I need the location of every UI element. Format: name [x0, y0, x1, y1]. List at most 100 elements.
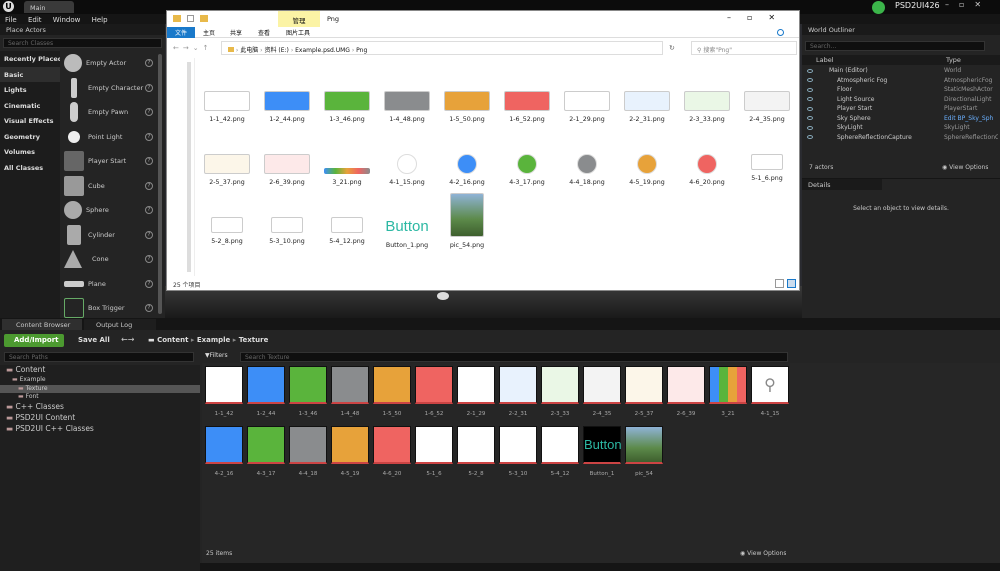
visibility-eye-icon[interactable] [807, 78, 813, 83]
category-cinematic[interactable]: Cinematic [0, 98, 60, 114]
outliner-row[interactable]: Atmospheric Fog AtmosphericFog [802, 76, 1000, 86]
menu-file[interactable]: File [5, 16, 17, 24]
file-item[interactable]: 1-5_50.png [437, 91, 497, 123]
nav-arrows-icon[interactable]: ←→⌄↑ [173, 44, 212, 52]
breadcrumb-psd-umg[interactable]: Example.psd.UMG [295, 47, 350, 54]
refresh-icon[interactable]: ↻ [669, 44, 675, 52]
explorer-window-controls[interactable]: –▫✕ [727, 13, 791, 22]
details-view-icon[interactable] [775, 279, 784, 288]
category-geometry[interactable]: Geometry [0, 129, 60, 145]
file-item[interactable]: 5-1_6.png [737, 154, 797, 182]
asset-tile[interactable] [667, 366, 705, 404]
save-all-button[interactable]: Save All [68, 334, 112, 347]
category-basic[interactable]: Basic [0, 66, 60, 82]
file-item[interactable]: Button Button_1.png [377, 217, 437, 249]
menu-edit[interactable]: Edit [28, 16, 42, 24]
breadcrumb-example[interactable]: Example [197, 336, 230, 344]
file-item[interactable]: 2-4_35.png [737, 91, 797, 123]
actor-item[interactable]: Sphere? [61, 198, 157, 223]
file-item[interactable]: 2-5_37.png [197, 154, 257, 186]
actor-item[interactable]: Empty Character? [61, 76, 157, 101]
folder-tree-item[interactable]: ▬ C++ Classes [0, 402, 200, 413]
asset-tile[interactable] [499, 366, 537, 404]
visibility-eye-icon[interactable] [807, 97, 813, 102]
folder-tree-item[interactable]: ▬ Example [0, 376, 200, 385]
help-icon[interactable]: ? [145, 59, 153, 67]
file-item[interactable]: 5-3_10.png [257, 217, 317, 245]
asset-tile[interactable] [415, 366, 453, 404]
folder-tree-item[interactable]: ▬ Font [0, 393, 200, 402]
asset-tile[interactable] [457, 366, 495, 404]
category-volumes[interactable]: Volumes [0, 144, 60, 160]
ribbon-tab-share[interactable]: 共享 [230, 28, 242, 37]
history-arrows-icon[interactable]: ←→ [121, 335, 134, 344]
asset-tile[interactable]: ⚲ [751, 366, 789, 404]
asset-tile[interactable] [415, 426, 453, 464]
file-item[interactable]: 4-4_18.png [557, 154, 617, 186]
asset-tile[interactable] [247, 366, 285, 404]
menu-help[interactable]: Help [92, 16, 108, 24]
asset-tile[interactable] [583, 366, 621, 404]
col-label-header[interactable]: Label [816, 56, 834, 64]
help-icon[interactable]: ? [145, 108, 153, 116]
ribbon-tab-file[interactable]: 文件 [167, 27, 195, 38]
visibility-eye-icon[interactable] [807, 135, 813, 140]
content-browser-tab[interactable]: Content Browser [2, 319, 82, 330]
outliner-row[interactable]: SphereReflectionCapture SphereReflectionC [802, 133, 1000, 143]
help-icon[interactable]: ? [145, 181, 153, 190]
cb-view-options[interactable]: ◉ View Options [740, 550, 786, 557]
properties-icon[interactable] [187, 15, 194, 22]
file-item[interactable]: 2-6_39.png [257, 154, 317, 186]
asset-tile[interactable] [541, 366, 579, 404]
asset-tile[interactable] [205, 366, 243, 404]
new-folder-icon[interactable] [200, 15, 208, 22]
manage-tab[interactable]: 管理 [278, 11, 320, 27]
asset-tile[interactable]: Button [583, 426, 622, 464]
expand-ribbon-icon[interactable] [777, 29, 784, 36]
help-icon[interactable]: ? [145, 279, 153, 288]
large-icons-view-icon[interactable] [787, 279, 796, 288]
actor-item[interactable]: Player Start? [61, 149, 157, 174]
help-icon[interactable]: ? [145, 83, 153, 92]
asset-tile[interactable] [541, 426, 579, 464]
file-item[interactable]: 3_21.png [317, 154, 377, 186]
outliner-row[interactable]: Main (Editor) World [802, 66, 1000, 76]
asset-tile[interactable] [331, 426, 369, 464]
folder-tree-item[interactable]: ▬ Content [0, 365, 200, 376]
file-item[interactable]: 4-5_19.png [617, 154, 677, 186]
folder-tree-item[interactable]: ▬ PSD2UI C++ Classes [0, 424, 200, 435]
actor-item[interactable]: Box Trigger? [61, 296, 157, 318]
filters-button[interactable]: ▼Filters [205, 352, 228, 359]
world-outliner-tab[interactable]: World Outliner [802, 24, 1000, 35]
asset-tile[interactable] [289, 366, 327, 404]
visibility-eye-icon[interactable] [807, 125, 813, 130]
file-item[interactable]: 2-3_33.png [677, 91, 737, 123]
file-item[interactable]: 4-3_17.png [497, 154, 557, 186]
details-tab[interactable]: Details [802, 179, 882, 190]
asset-tile[interactable] [373, 426, 411, 464]
asset-tile[interactable] [247, 426, 285, 464]
explorer-search-input[interactable]: ⚲ 搜索"Png" [691, 41, 797, 55]
asset-tile[interactable] [205, 426, 243, 464]
search-paths-input[interactable]: Search Paths [4, 352, 194, 362]
actor-item[interactable]: Point Light? [61, 125, 157, 150]
file-item[interactable]: 4-1_15.png [377, 154, 437, 186]
search-classes-input[interactable]: Search Classes [3, 38, 162, 48]
level-tab[interactable]: Main [24, 1, 74, 13]
file-item[interactable]: 5-2_8.png [197, 217, 257, 245]
file-item[interactable]: 4-2_16.png [437, 154, 497, 186]
visibility-eye-icon[interactable] [807, 87, 813, 92]
outliner-row[interactable]: Floor StaticMeshActor [802, 85, 1000, 95]
breadcrumb-this-pc[interactable]: 此电脑 [240, 47, 258, 54]
actor-item[interactable]: Cylinder? [61, 223, 157, 248]
file-item[interactable]: 5-4_12.png [317, 217, 377, 245]
asset-tile[interactable] [373, 366, 411, 404]
asset-tile[interactable] [289, 426, 327, 464]
source-control-icon[interactable] [872, 1, 885, 14]
help-icon[interactable]: ? [145, 255, 153, 263]
sidebar-scrollbar[interactable] [187, 62, 191, 272]
folder-tree-item[interactable]: ▬ PSD2UI Content [0, 413, 200, 424]
category-visual-effects[interactable]: Visual Effects [0, 113, 60, 129]
breadcrumb-texture[interactable]: Texture [239, 336, 269, 344]
visibility-eye-icon[interactable] [807, 116, 813, 121]
